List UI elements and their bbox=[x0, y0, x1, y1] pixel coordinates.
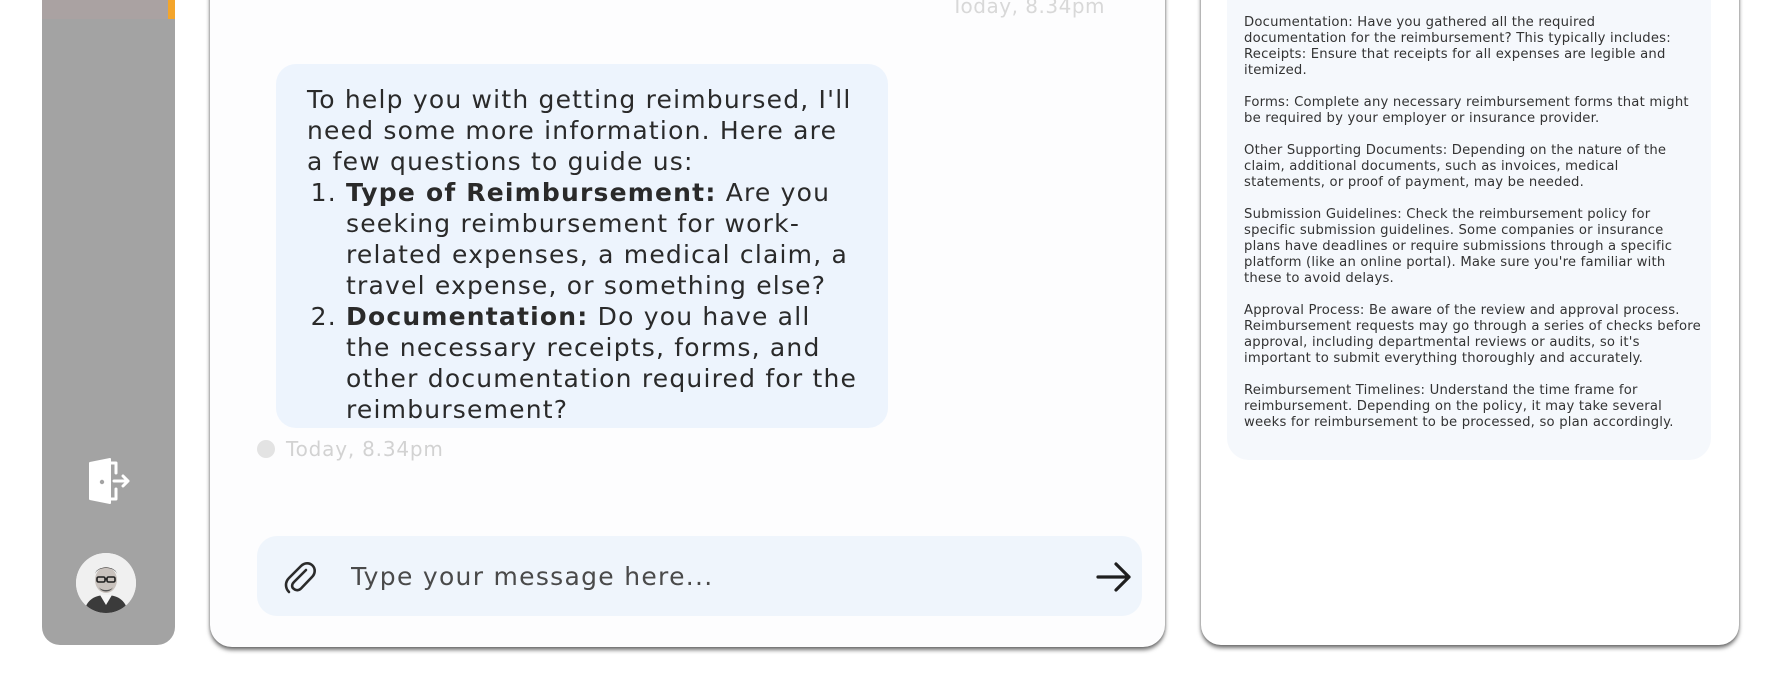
sender-avatar-dot bbox=[257, 440, 275, 458]
paperclip-icon[interactable] bbox=[281, 558, 319, 596]
assistant-message-bubble: To help you with getting reimbursed, I'l… bbox=[276, 64, 888, 428]
list-item: Documentation: Do you have all the neces… bbox=[346, 301, 858, 425]
info-paragraph: Forms: Complete any necessary reimbursem… bbox=[1244, 95, 1689, 126]
reimbursement-info-card: Documentation: Have you gathered all the… bbox=[1227, 0, 1711, 460]
user-avatar[interactable] bbox=[76, 553, 136, 613]
sidebar-active-item[interactable] bbox=[42, 0, 175, 19]
logout-button[interactable] bbox=[82, 455, 134, 507]
info-paragraph: Documentation: Have you gathered all the… bbox=[1244, 15, 1671, 78]
message-meta: Today, 8.34pm bbox=[257, 437, 444, 461]
message-intro: To help you with getting reimbursed, I'l… bbox=[307, 85, 852, 176]
message-question-list: Type of Reimbursement: Are you seeking r… bbox=[307, 177, 858, 425]
previous-message-timestamp: Today, 8.34pm bbox=[951, 0, 1105, 18]
arrow-right-icon[interactable] bbox=[1095, 558, 1133, 596]
message-composer bbox=[257, 536, 1142, 616]
info-paragraph: Other Supporting Documents: Depending on… bbox=[1244, 143, 1667, 190]
sidebar bbox=[42, 0, 175, 645]
message-timestamp: Today, 8.34pm bbox=[286, 437, 444, 461]
question-title: Documentation: bbox=[346, 302, 589, 331]
message-input[interactable] bbox=[351, 550, 1051, 602]
sidebar-active-indicator bbox=[168, 0, 175, 19]
chat-panel: Today, 8.34pm To help you with getting r… bbox=[210, 0, 1165, 647]
info-panel: Documentation: Have you gathered all the… bbox=[1201, 0, 1739, 645]
info-paragraph: Approval Process: Be aware of the review… bbox=[1244, 303, 1701, 366]
logout-icon bbox=[89, 458, 130, 504]
avatar-icon bbox=[76, 553, 136, 613]
list-item: Type of Reimbursement: Are you seeking r… bbox=[346, 177, 858, 301]
info-paragraph: Submission Guidelines: Check the reimbur… bbox=[1244, 207, 1673, 286]
info-paragraph: Reimbursement Timelines: Understand the … bbox=[1244, 383, 1674, 430]
question-title: Type of Reimbursement: bbox=[346, 178, 717, 207]
